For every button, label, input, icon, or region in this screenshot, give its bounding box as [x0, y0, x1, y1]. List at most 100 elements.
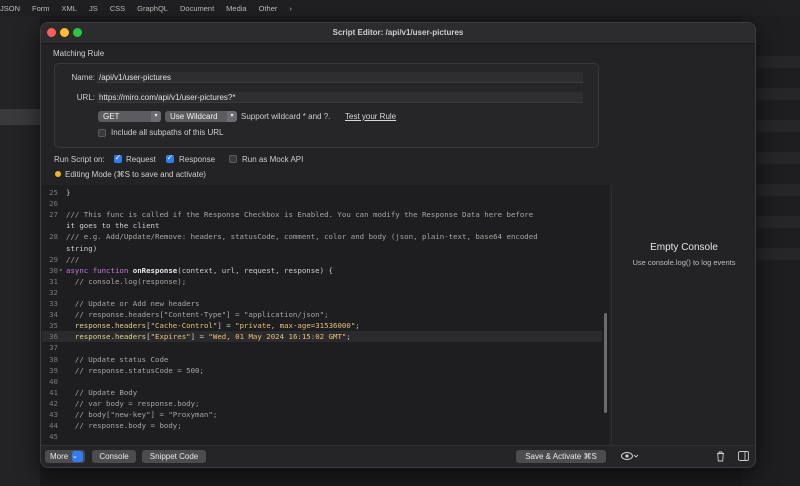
- code-line[interactable]: 33 // Update or Add new headers: [42, 298, 602, 309]
- response-label: Response: [179, 155, 216, 164]
- line-number: 34: [49, 310, 58, 320]
- editing-status-dot: [55, 171, 61, 177]
- run-script-label: Run Script on:: [54, 155, 105, 164]
- name-label: Name:: [71, 73, 95, 82]
- background-selected-row[interactable]: [0, 109, 40, 125]
- code-text: response.headers["Cache-Control"] = "pri…: [74, 321, 360, 331]
- wildcard-hint: Support wildcard * and ?.: [241, 112, 331, 121]
- line-number: 44: [49, 421, 58, 431]
- code-text: response.headers["Expires"] = "Wed, 01 M…: [74, 332, 351, 342]
- line-number: 45: [49, 432, 58, 442]
- line-number: 27: [49, 210, 58, 220]
- code-line[interactable]: 30 async function onResponse(context, url…: [42, 265, 602, 276]
- test-rule-link[interactable]: Test your Rule: [345, 112, 396, 121]
- save-activate-button[interactable]: Save & Activate ⌘S: [516, 450, 606, 463]
- bg-tab-document[interactable]: Document: [180, 4, 214, 13]
- line-number: 31: [49, 276, 58, 286]
- console-button[interactable]: Console: [92, 450, 136, 463]
- code-editor[interactable]: 25} 26 27/// This func is called if the Re…: [42, 185, 609, 445]
- code-line[interactable]: 36 response.headers["Expires"] = "Wed, 0…: [42, 331, 602, 343]
- code-line[interactable]: 38 // Update status Code: [42, 354, 602, 365]
- bg-tab-graphql[interactable]: GraphQL: [137, 4, 168, 13]
- code-line[interactable]: 28 /// e.g. Add/Update/Remove: headers, s…: [42, 231, 602, 242]
- response-checkbox[interactable]: [166, 153, 174, 163]
- url-label: URL:: [76, 93, 95, 102]
- code-line[interactable]: 43 // body["new-key"] = "Proxyman";: [42, 409, 602, 420]
- sidebar-toggle-icon[interactable]: [738, 451, 749, 464]
- code-text: // response.headers["Content-Type"] = "a…: [66, 310, 329, 320]
- code-line[interactable]: 35 response.headers["Cache-Control"] = "…: [42, 320, 602, 331]
- code-line[interactable]: 29 ///: [42, 254, 602, 265]
- code-text: /// e.g. Add/Update/Remove: headers, sta…: [66, 232, 538, 242]
- code-line[interactable]: it goes to the client: [42, 220, 602, 231]
- code-text: it goes to the client: [66, 221, 160, 231]
- line-number: 37: [49, 343, 58, 353]
- fold-chevron-icon[interactable]: ▾: [59, 265, 63, 276]
- console-empty-title: Empty Console: [650, 242, 718, 253]
- trash-icon[interactable]: [716, 451, 725, 465]
- code-text: // Update status Code: [66, 354, 169, 364]
- console-empty-subtitle: Use console.log() to log events: [632, 258, 736, 267]
- bg-tab-other[interactable]: Other: [259, 4, 278, 13]
- bg-tab-json[interactable]: JSON: [0, 4, 20, 13]
- code-line[interactable]: 25}: [42, 187, 602, 198]
- code-text: // Update Body: [66, 387, 138, 397]
- line-number: 39: [49, 365, 58, 375]
- script-editor-window: Script Editor: /api/v1/user-pictures Mat…: [40, 22, 756, 468]
- line-number: 43: [49, 410, 58, 419]
- code-line[interactable]: 45: [42, 431, 602, 442]
- method-select[interactable]: GET ▾: [98, 111, 161, 122]
- name-field[interactable]: /api/v1/user-pictures: [97, 72, 583, 83]
- snippet-code-button[interactable]: Snippet Code: [142, 450, 206, 463]
- code-line[interactable]: 26: [42, 198, 602, 209]
- line-number: 26: [49, 199, 58, 209]
- footer-bar: More ⌄ Console Snippet Code Save & Activ…: [41, 445, 755, 467]
- line-number: 25: [49, 188, 58, 197]
- code-line[interactable]: 41 // Update Body: [42, 387, 602, 398]
- bg-tab-js[interactable]: JS: [89, 4, 98, 13]
- editing-status-text: Editing Mode (⌘S to save and activate): [65, 170, 206, 179]
- include-subpaths-checkbox[interactable]: [98, 129, 106, 137]
- window-title: Script Editor: /api/v1/user-pictures: [332, 28, 464, 37]
- request-label: Request: [126, 155, 156, 164]
- code-line[interactable]: 27 /// This func is called if the Respons…: [42, 209, 602, 220]
- bg-tab-media[interactable]: Media: [226, 4, 246, 13]
- code-text: }: [66, 188, 71, 197]
- code-line[interactable]: 44 // response.body = body;: [42, 420, 602, 431]
- background-sidebar: [0, 16, 40, 486]
- line-number: 33: [49, 299, 58, 308]
- bg-tab-xml[interactable]: XML: [62, 4, 77, 13]
- request-checkbox[interactable]: [114, 153, 122, 163]
- code-text: // response.body = body;: [66, 421, 182, 431]
- line-number: 42: [49, 398, 58, 408]
- line-number: 40: [49, 376, 58, 386]
- chevron-down-icon: ▾: [227, 111, 237, 122]
- code-line[interactable]: 34 // response.headers["Content-Type"] =…: [42, 309, 602, 320]
- match-mode-select[interactable]: Use Wildcard ▾: [165, 111, 237, 122]
- code-line[interactable]: 39 // response.statusCode = 500;: [42, 365, 602, 376]
- eye-icon[interactable]: [621, 451, 639, 464]
- mock-api-checkbox[interactable]: [229, 155, 237, 163]
- more-button[interactable]: More ⌄: [45, 450, 85, 463]
- line-number: 29: [49, 254, 58, 264]
- line-number: 38: [49, 354, 58, 364]
- line-number: 35: [49, 321, 58, 331]
- editor-scrollbar[interactable]: [604, 313, 607, 413]
- code-line[interactable]: string): [42, 243, 602, 254]
- code-line[interactable]: 32: [42, 287, 602, 298]
- chevron-down-icon: ▾: [151, 111, 161, 122]
- code-line[interactable]: 42 // var body = response.body;: [42, 398, 602, 409]
- code-text: // console.log(response);: [66, 276, 187, 286]
- line-number: 28: [49, 232, 58, 242]
- code-line[interactable]: 31 // console.log(response);: [42, 276, 602, 287]
- bg-tab-css[interactable]: CSS: [110, 4, 125, 13]
- chevron-right-icon[interactable]: ›: [289, 4, 292, 13]
- title-bar: Script Editor: /api/v1/user-pictures: [41, 23, 755, 44]
- code-text: ///: [66, 254, 80, 264]
- url-field[interactable]: https://miro.com/api/v1/user-pictures?*: [97, 92, 583, 103]
- code-line[interactable]: 40: [42, 376, 602, 387]
- bg-tab-form[interactable]: Form: [32, 4, 50, 13]
- code-line[interactable]: 37: [42, 342, 602, 353]
- code-text: // response.statusCode = 500;: [66, 365, 204, 375]
- code-text: // var body = response.body;: [66, 398, 200, 408]
